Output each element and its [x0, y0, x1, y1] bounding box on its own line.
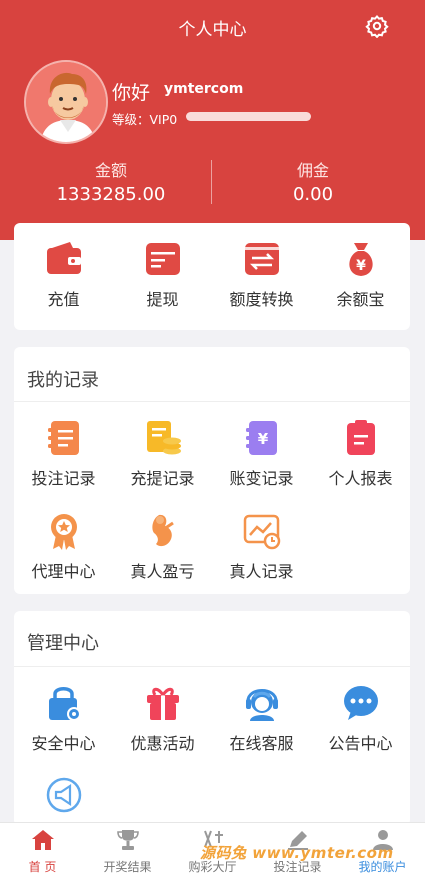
tab-results[interactable]: 开奖结果 [85, 829, 170, 875]
yuebao-label: 余额宝 [336, 290, 385, 309]
level-text: 等级：VIP0 [112, 112, 178, 127]
gear-icon[interactable] [365, 14, 389, 38]
medal-icon [50, 514, 77, 550]
promotions-button[interactable]: 优惠活动 [113, 683, 212, 754]
trophy-icon [116, 830, 139, 850]
live-record-icon [243, 514, 280, 550]
withdraw-label: 提现 [146, 290, 179, 309]
tab-home[interactable]: 首 页 [0, 829, 85, 875]
page-title: 个人中心 [178, 20, 247, 40]
money-bag-icon: ¥ [348, 243, 373, 276]
records-title: 我的记录 [27, 370, 99, 391]
profile-header: 个人中心 你好 ymtercom 等级：VIP0 金额 1333285.00 佣… [0, 0, 425, 240]
transfer-label: 额度转换 [229, 290, 294, 309]
balance-label: 金额 [94, 161, 127, 180]
megaphone-icon [46, 777, 81, 813]
agent-center-label: 代理中心 [31, 562, 96, 581]
announcement-label: 公告中心 [328, 734, 393, 753]
security-center-label: 安全中心 [31, 734, 96, 753]
avatar[interactable] [24, 60, 108, 144]
svg-text:¥: ¥ [257, 430, 268, 448]
report-button[interactable]: 个人报表 [311, 418, 410, 489]
recharge-label: 充值 [47, 290, 80, 309]
live-profit-button[interactable]: 真人盈亏 [113, 511, 212, 582]
ledger-icon: ¥ [245, 421, 277, 455]
agent-center-button[interactable]: 代理中心 [14, 511, 113, 582]
report-label: 个人报表 [328, 469, 393, 488]
live-record-label: 真人记录 [229, 562, 294, 581]
customer-service-button[interactable]: 在线客服 [212, 683, 311, 754]
management-card: 管理中心 安全中心 优惠活动 在线客服 公告中心 [14, 611, 410, 826]
recharge-button[interactable]: 充值 [14, 239, 113, 310]
username: ymtercom [164, 81, 244, 97]
yuebao-button[interactable]: ¥ 余额宝 [311, 239, 410, 310]
live-profit-icon [151, 514, 174, 547]
live-record-button[interactable]: 真人记录 [212, 511, 311, 582]
tab-results-label: 开奖结果 [103, 860, 152, 874]
live-profit-label: 真人盈亏 [130, 562, 195, 581]
security-center-button[interactable]: 安全中心 [14, 683, 113, 754]
avatar-image [26, 62, 106, 142]
commission-value: 0.00 [292, 184, 334, 205]
management-divider [14, 666, 410, 667]
promotions-label: 优惠活动 [130, 734, 195, 753]
watermark: 源码兔 www.ymter.com [200, 844, 394, 862]
deposit-record-label: 充提记录 [130, 469, 195, 488]
transfer-button[interactable]: 额度转换 [212, 239, 311, 310]
customer-service-label: 在线客服 [229, 734, 294, 753]
transfer-icon [244, 243, 279, 275]
quick-actions-card: 充值 提现 额度转换 ¥ 余额宝 [14, 223, 410, 330]
svg-text:¥: ¥ [356, 258, 366, 274]
management-title: 管理中心 [27, 633, 99, 654]
card-icon [145, 243, 180, 275]
deposit-record-icon [146, 421, 181, 455]
ledger-button[interactable]: ¥ 账变记录 [212, 418, 311, 489]
bet-record-icon [47, 421, 79, 455]
deposit-record-button[interactable]: 充提记录 [113, 418, 212, 489]
balance-value: 1333285.00 [56, 184, 166, 205]
bet-record-label: 投注记录 [31, 469, 96, 488]
gift-icon [146, 687, 179, 720]
records-divider [14, 401, 410, 402]
home-icon [31, 830, 54, 850]
broadcast-button[interactable] [14, 775, 113, 822]
redacted-bar [186, 112, 311, 121]
greeting-text: 你好 [112, 82, 151, 104]
lock-icon [48, 687, 81, 721]
stats-divider [211, 160, 212, 204]
chat-icon [343, 686, 378, 720]
support-icon [245, 689, 278, 721]
commission-label: 佣金 [296, 161, 329, 180]
bet-record-button[interactable]: 投注记录 [14, 418, 113, 489]
report-icon [346, 420, 375, 455]
records-card: 我的记录 投注记录 充提记录 ¥ 账变记录 个人报表 代理中心 真人盈亏 真人记… [14, 347, 410, 594]
announcement-button[interactable]: 公告中心 [311, 683, 410, 754]
wallet-icon [46, 242, 81, 274]
tab-home-label: 首 页 [28, 860, 57, 874]
withdraw-button[interactable]: 提现 [113, 239, 212, 310]
ledger-label: 账变记录 [229, 469, 294, 488]
